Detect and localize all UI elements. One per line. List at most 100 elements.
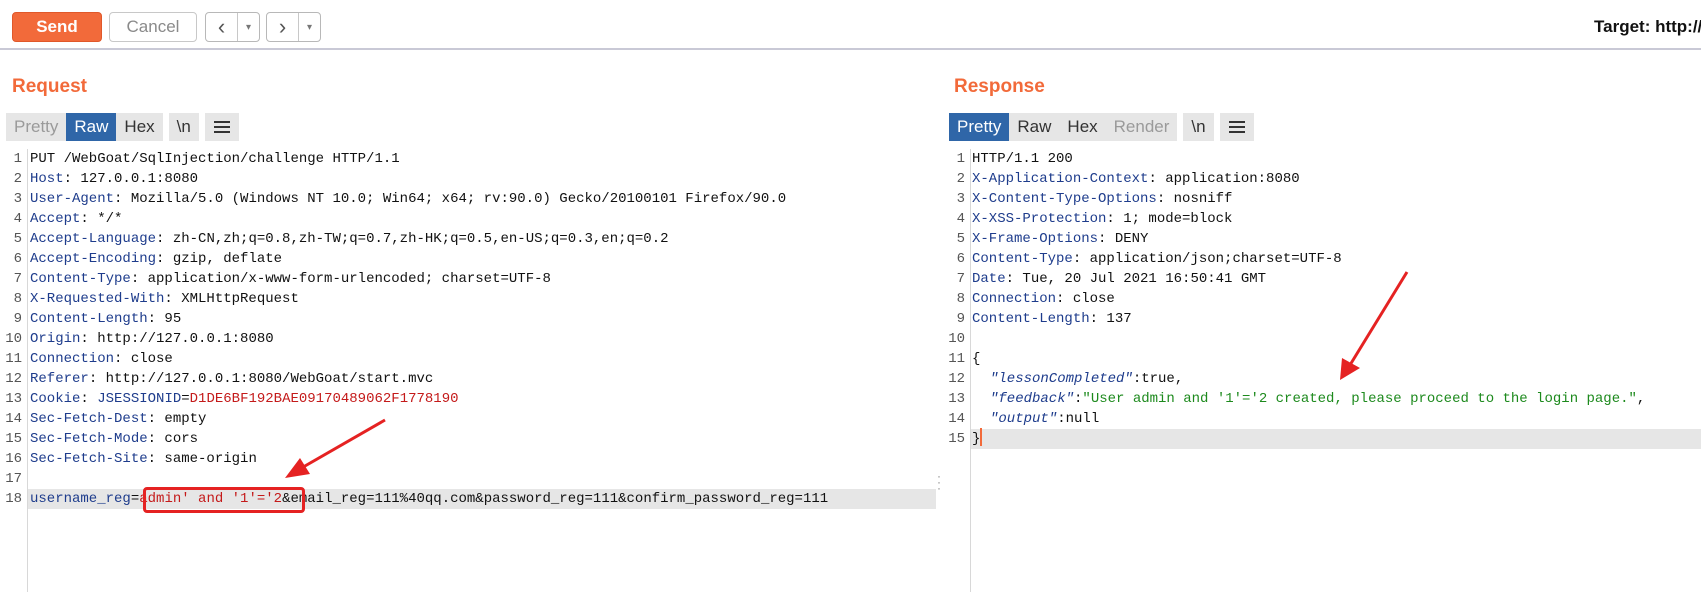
request-line: Content-Length: 95 (30, 309, 181, 329)
header-value: : zh-CN,zh;q=0.8,zh-TW;q=0.7,zh-HK;q=0.5… (156, 231, 669, 247)
response-tab-pretty[interactable]: Pretty (949, 113, 1010, 141)
response-line: X-XSS-Protection: 1; mode=block (972, 209, 1232, 229)
request-line: Accept-Encoding: gzip, deflate (30, 249, 282, 269)
header-value: : application/json;charset=UTF-8 (1072, 251, 1342, 267)
header-name: Content-Length (30, 311, 148, 327)
response-annotation-arrow (1340, 271, 1409, 380)
response-title: Response (954, 76, 1045, 97)
line-number: 5 (956, 231, 965, 247)
body-param-equals: = (130, 491, 140, 507)
header-value: : http://127.0.0.1:8080/WebGoat/start.mv… (88, 371, 434, 387)
back-dropdown-icon[interactable]: ▾ (238, 13, 259, 41)
cancel-button[interactable]: Cancel (109, 12, 197, 42)
header-value: : 137 (1089, 311, 1132, 327)
header-value: : 95 (147, 311, 182, 327)
header-value: : Mozilla/5.0 (Windows NT 10.0; Win64; x… (114, 191, 787, 207)
header-name: Content-Type (30, 271, 131, 287)
line-number: 8 (13, 291, 22, 307)
text-cursor (980, 428, 982, 446)
header-value: : 1; mode=block (1106, 211, 1233, 227)
request-tab-raw[interactable]: Raw (66, 113, 117, 141)
pane-resize-handle[interactable]: · · · (937, 470, 941, 494)
request-gutter-divider (27, 149, 28, 592)
send-button[interactable]: Send (12, 12, 102, 42)
header-value: : application/x-www-form-urlencoded; cha… (130, 271, 551, 287)
response-line: Date: Tue, 20 Jul 2021 16:50:41 GMT (972, 269, 1266, 289)
header-name: Host (30, 171, 64, 187)
line-number: 14 (5, 411, 22, 427)
response-gutter-divider (970, 149, 971, 592)
header-name: Sec-Fetch-Dest (30, 411, 148, 427)
request-line: X-Requested-With: XMLHttpRequest (30, 289, 299, 309)
json-value: :true, (1132, 371, 1184, 387)
header-value: : application:8080 (1148, 171, 1300, 187)
header-value: : empty (147, 411, 207, 427)
header-name: X-Content-Type-Options (972, 191, 1157, 207)
line-number: 3 (13, 191, 22, 207)
request-line-text: PUT /WebGoat/SqlInjection/challenge HTTP… (30, 151, 400, 167)
target-label[interactable]: Target: http://127.0.0.1:8080 (1594, 17, 1701, 37)
line-number: 15 (948, 431, 965, 447)
response-tab-raw[interactable]: Raw (1009, 113, 1060, 141)
response-current-line-highlight (971, 429, 1701, 449)
json-key: "lessonCompleted" (990, 371, 1133, 387)
header-value: : close (114, 351, 173, 367)
request-line: User-Agent: Mozilla/5.0 (Windows NT 10.0… (30, 189, 786, 209)
request-title: Request (12, 76, 87, 97)
line-number: 13 (5, 391, 22, 407)
header-name: Date (972, 271, 1006, 287)
response-line: Content-Type: application/json;charset=U… (972, 249, 1342, 269)
back-nav-group: ‹ ▾ (205, 12, 260, 42)
response-line-text: { (972, 351, 981, 367)
header-name: Content-Length (972, 311, 1090, 327)
forward-arrow-icon[interactable]: › (267, 13, 299, 41)
line-number: 17 (5, 471, 22, 487)
line-number: 4 (13, 211, 22, 227)
line-number: 3 (956, 191, 965, 207)
header-name: Sec-Fetch-Mode (30, 431, 148, 447)
response-line: "output":null (990, 409, 1099, 429)
back-arrow-icon[interactable]: ‹ (206, 13, 238, 41)
line-number: 10 (948, 331, 965, 347)
header-name: X-Application-Context (972, 171, 1149, 187)
line-number: 2 (13, 171, 22, 187)
header-name: Connection (30, 351, 115, 367)
response-tab-hex[interactable]: Hex (1059, 113, 1106, 141)
header-name: Referer (30, 371, 89, 387)
header-name: Cookie (30, 391, 81, 407)
line-number: 7 (956, 271, 965, 287)
request-line: Sec-Fetch-Site: same-origin (30, 449, 257, 469)
request-tab-pretty[interactable]: Pretty (6, 113, 67, 141)
response-tab-render[interactable]: Render (1105, 113, 1178, 141)
forward-nav-group: › ▾ (266, 12, 321, 42)
line-number: 11 (948, 351, 965, 367)
request-tab-newline[interactable]: \n (168, 113, 199, 141)
request-menu-icon[interactable] (204, 113, 239, 141)
line-number: 16 (5, 451, 22, 467)
line-number: 12 (5, 371, 22, 387)
header-value: : same-origin (147, 451, 257, 467)
request-line: Referer: http://127.0.0.1:8080/WebGoat/s… (30, 369, 433, 389)
header-name: Accept-Language (30, 231, 157, 247)
header-name: X-XSS-Protection (972, 211, 1107, 227)
header-value: : http://127.0.0.1:8080 (80, 331, 274, 347)
toolbar: Send Cancel ‹ ▾ › ▾ Target: http://127.0… (0, 0, 1701, 50)
response-line: X-Application-Context: application:8080 (972, 169, 1300, 189)
line-number: 6 (13, 251, 22, 267)
request-tab-hex[interactable]: Hex (116, 113, 163, 141)
forward-dropdown-icon[interactable]: ▾ (299, 13, 320, 41)
request-annotation-arrow (285, 418, 386, 478)
json-value: :null (1057, 411, 1100, 427)
response-tab-newline[interactable]: \n (1183, 113, 1214, 141)
request-line: PUT /WebGoat/SqlInjection/challenge HTTP… (30, 149, 400, 169)
request-line: Connection: close (30, 349, 173, 369)
header-value: : */* (80, 211, 123, 227)
header-value: : nosniff (1156, 191, 1233, 207)
line-number: 1 (956, 151, 965, 167)
line-number: 2 (956, 171, 965, 187)
response-menu-icon[interactable] (1219, 113, 1254, 141)
header-value: : Tue, 20 Jul 2021 16:50:41 GMT (1005, 271, 1267, 287)
line-number: 18 (5, 491, 22, 507)
header-value: : 127.0.0.1:8080 (63, 171, 199, 187)
header-value: : XMLHttpRequest (164, 291, 299, 307)
